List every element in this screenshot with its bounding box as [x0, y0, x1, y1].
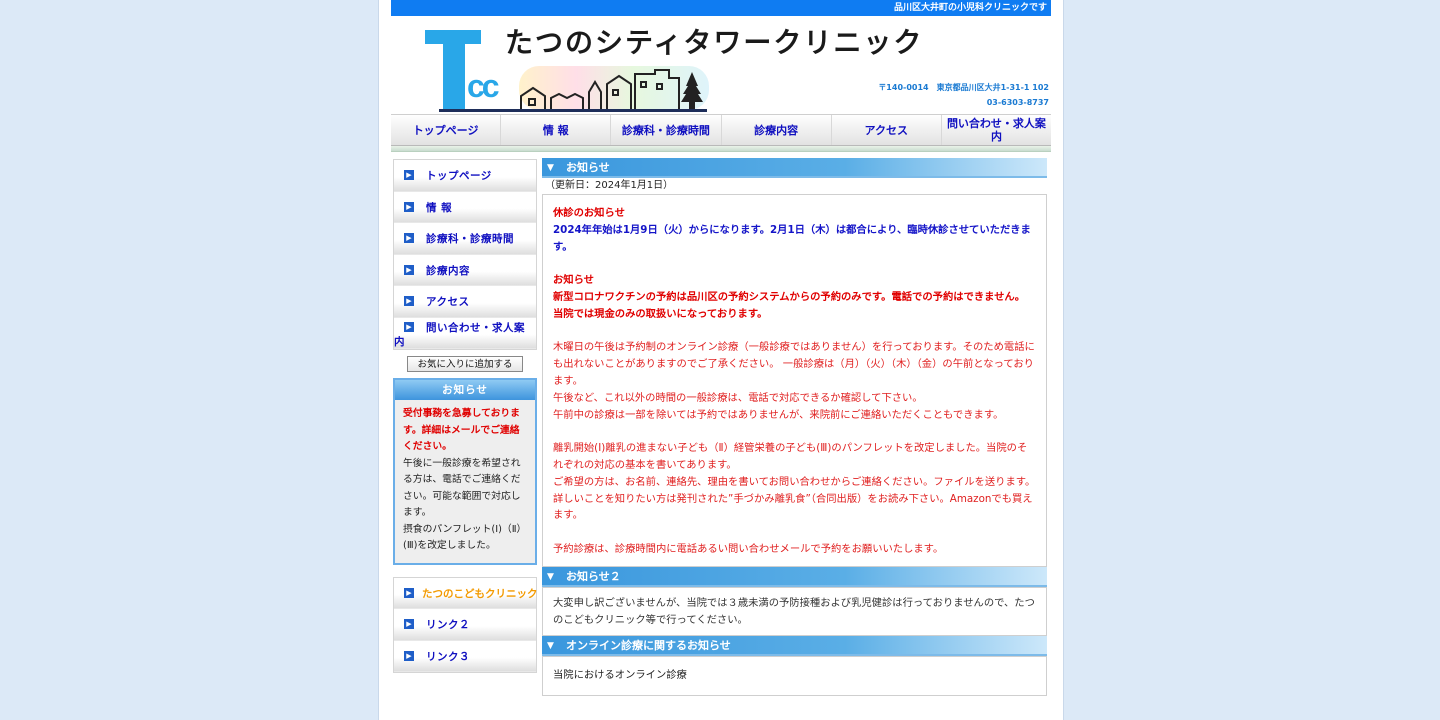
request-text: ご希望の方は、お名前、連絡先、理由を書いてお問い合わせからご連絡ください。ファイ…: [553, 475, 1036, 488]
sidebar-item-label: 情 報: [426, 201, 453, 214]
section-header: ▼ お知らせ２: [542, 566, 1047, 587]
site-header: cc たつのシティタワークリニック 〒140-0014 東京都品川区大井1-31…: [391, 16, 1051, 114]
online-text: 木曜日の午後は予約制のオンライン診療（一般診療ではありません）を行っております。…: [553, 341, 1035, 387]
sidebar: ▶ トップページ ▶ 情 報 ▶ 診療科・診療時間 ▶ 診療内容 ▶ アクセス …: [393, 159, 538, 673]
sidebar-item-label: 診療内容: [426, 264, 470, 277]
arrow-right-icon: ▶: [404, 233, 414, 243]
afternoon-text: 午後など、これ以外の時間の一般診療は、電話で対応できるか確認して下さい。: [553, 391, 923, 404]
arrow-right-icon: ▶: [404, 201, 414, 212]
sidebar-item-label: トップページ: [426, 170, 492, 182]
site-title: たつのシティタワークリニック: [505, 26, 924, 59]
sidebar-notice-title: お知らせ: [395, 380, 535, 400]
triangle-down-icon: ▼: [547, 571, 554, 582]
section-body: 休診のお知らせ 2024年年始は1月9日（火）からになります。2月1日（木）は都…: [542, 194, 1047, 567]
page-container: 品川区大井町の小児科クリニックです cc たつのシティタワークリニック 〒140…: [378, 0, 1064, 720]
triangle-down-icon: ▼: [547, 163, 554, 173]
arrow-right-icon: ▶: [404, 650, 414, 661]
add-favorite-button[interactable]: お気に入りに追加する: [407, 356, 523, 372]
section-title: オンライン診療に関するお知らせ: [566, 639, 731, 653]
sidebar-notice-box: お知らせ 受付事務を急募しております。詳細はメールでご連絡ください。 午後に一般…: [393, 378, 537, 565]
sidebar-link-label: リンク２: [426, 619, 470, 631]
clinic-phone: 03-6303-8737: [986, 98, 1049, 107]
sidebar-notice-text: 午後に一般診療を希望される方は、電話でご連絡ください。可能な範囲で対応します。: [403, 457, 521, 519]
clinic-address: 〒140-0014 東京都品川区大井1-31-1 102: [878, 83, 1049, 92]
section-title: お知らせ２: [566, 569, 621, 583]
sidebar-link-2[interactable]: ▶ リンク２: [394, 609, 536, 641]
morning-text: 午前中の診療は一部を除いては予約ではありませんが、来院前にご連絡いただくこともで…: [553, 408, 1004, 421]
sidebar-item-label: アクセス: [426, 296, 470, 308]
logo-letters-cc: cc: [467, 68, 500, 104]
arrow-right-icon: ▶: [404, 170, 414, 180]
sidebar-link-label: リンク３: [426, 650, 470, 663]
sidebar-links: ▶ たつのこどもクリニック ▶ リンク２ ▶ リンク３: [393, 576, 538, 673]
nav-item-info[interactable]: 情 報: [501, 115, 612, 145]
pamphlet-text: 離乳開始(Ⅰ)離乳の進まない子ども（Ⅱ）経管栄養の子ども(Ⅲ)のパンフレットを改…: [553, 442, 1028, 471]
sidebar-link-label: たつのこどもクリニック: [422, 587, 538, 600]
closure-title: 休診のお知らせ: [553, 207, 625, 219]
sidebar-notice-highlight: 受付事務を急募しております。詳細はメールでご連絡ください。: [403, 408, 520, 452]
section-body: 大変申し訳ございませんが、当院では３歳未満の予防接種および乳児健診は行っておりま…: [542, 586, 1047, 637]
nav-item-access[interactable]: アクセス: [832, 115, 942, 145]
triangle-down-icon: ▼: [547, 641, 554, 652]
sidebar-item-services[interactable]: ▶ 診療内容: [394, 254, 536, 286]
sidebar-item-access[interactable]: ▶ アクセス: [394, 286, 536, 318]
section-header: ▼ オンライン診療に関するお知らせ: [542, 636, 1047, 657]
sidebar-menu: ▶ トップページ ▶ 情 報 ▶ 診療科・診療時間 ▶ 診療内容 ▶ アクセス …: [393, 159, 537, 350]
section2-text: 大変申し訳ございませんが、当院では３歳未満の予防接種および乳児健診は行っておりま…: [553, 596, 1035, 626]
nav-underline: [391, 146, 1051, 152]
main-content: ▼ お知らせ （更新日：2024年1月1日） 休診のお知らせ 2024年年始は1…: [542, 158, 1047, 697]
section-body: 当院におけるオンライン診療: [542, 656, 1047, 697]
nav-item-services[interactable]: 診療内容: [722, 115, 832, 145]
notice-title: お知らせ: [553, 274, 594, 287]
sidebar-link-kodomo-clinic[interactable]: ▶ たつのこどもクリニック: [394, 577, 538, 609]
sidebar-notice-body: 受付事務を急募しております。詳細はメールでご連絡ください。 午後に一般診療を希望…: [395, 400, 535, 563]
closure-text: 2024年年始は1月9日（火）からになります。2月1日（木）は都合により、臨時休…: [553, 223, 1031, 253]
nav-item-hours[interactable]: 診療科・診療時間: [611, 115, 722, 145]
appointment-text: 予約診療は、診療時間内に電話あるい問い合わせメールで予約をお願いいたします。: [553, 542, 944, 555]
logo-baseline: [439, 109, 707, 112]
vaccine-text: 新型コロナワクチンの予約は品川区の予約システムからの予約のみです。電話での予約は…: [553, 290, 1026, 303]
arrow-right-icon: ▶: [404, 296, 414, 306]
sidebar-item-label: 問い合わせ・求人案内: [394, 321, 525, 348]
sidebar-link-3[interactable]: ▶ リンク３: [394, 640, 536, 672]
top-tagline-bar: 品川区大井町の小児科クリニックです: [391, 0, 1051, 16]
logo-skyline-icon: [520, 69, 703, 109]
section-title: お知らせ: [566, 161, 610, 174]
arrow-right-icon: ▶: [404, 264, 414, 275]
nav-item-contact[interactable]: 問い合わせ・求人案内: [942, 115, 1051, 145]
sidebar-item-label: 診療科・診療時間: [426, 233, 514, 245]
sidebar-item-top[interactable]: ▶ トップページ: [394, 160, 536, 192]
sidebar-item-info[interactable]: ▶ 情 報: [394, 191, 536, 223]
sidebar-notice-text: 摂食のパンフレット(Ⅰ)（Ⅱ）(Ⅲ)を改定しました。: [403, 523, 527, 552]
page-inner: 品川区大井町の小児科クリニックです cc たつのシティタワークリニック 〒140…: [391, 0, 1051, 720]
nav-item-top[interactable]: トップページ: [391, 115, 502, 145]
sidebar-item-contact[interactable]: ▶ 問い合わせ・求人案内: [394, 317, 536, 349]
cash-text: 当院では現金のみの取扱いになっております。: [553, 307, 768, 320]
sidebar-item-hours[interactable]: ▶ 診療科・診療時間: [394, 223, 536, 255]
global-nav: トップページ 情 報 診療科・診療時間 診療内容 アクセス 問い合わせ・求人案内: [391, 114, 1051, 146]
section-header: ▼ お知らせ: [542, 158, 1047, 178]
arrow-right-icon: ▶: [404, 587, 414, 598]
book-text: 詳しいことを知りたい方は発刊された”手づかみ離乳食”（合同出版）をお読み下さい。…: [553, 492, 1033, 522]
section3-text: 当院におけるオンライン診療: [553, 669, 687, 682]
arrow-right-icon: ▶: [404, 619, 414, 629]
updated-date: （更新日：2024年1月1日）: [545, 180, 674, 191]
